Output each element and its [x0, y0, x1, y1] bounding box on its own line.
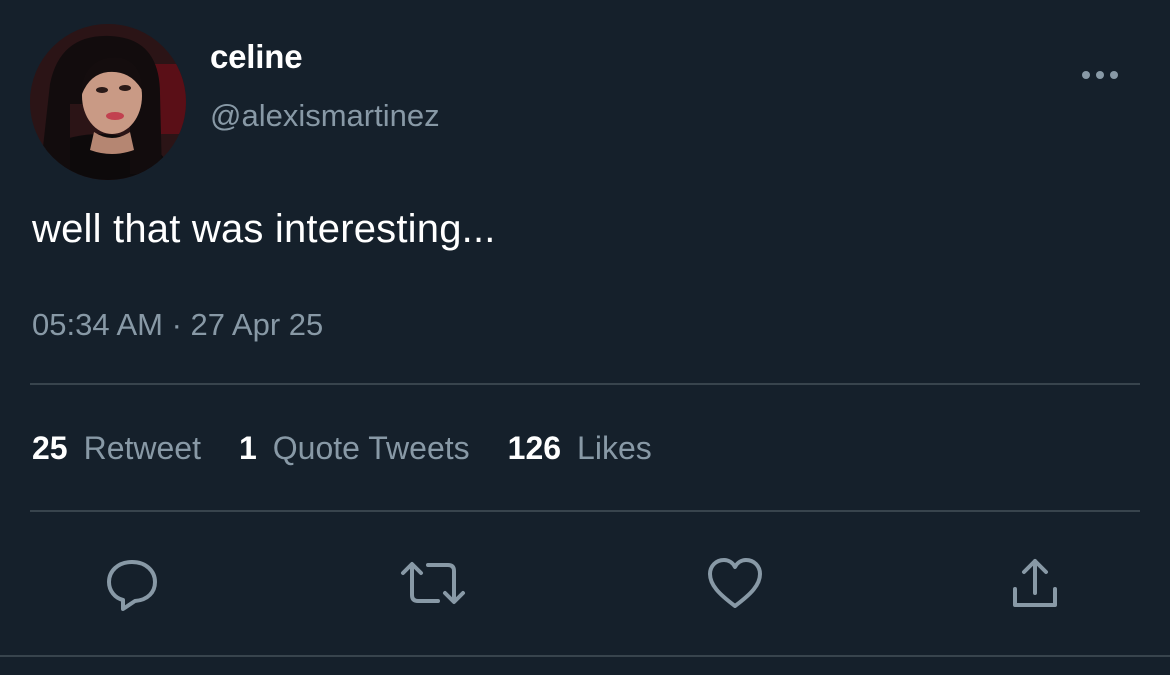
stat-label: Likes — [577, 430, 652, 466]
display-name[interactable]: celine — [210, 38, 303, 76]
divider — [30, 383, 1140, 385]
user-handle[interactable]: @alexismartinez — [210, 98, 440, 134]
retweet-icon — [401, 562, 465, 604]
quote-tweet-count[interactable]: 1 Quote Tweets — [239, 430, 470, 467]
stat-label: Retweet — [83, 430, 201, 466]
stat-count: 126 — [507, 430, 562, 466]
retweet-count[interactable]: 25 Retweet — [32, 430, 201, 467]
reply-button[interactable] — [97, 548, 167, 618]
more-icon — [1082, 71, 1118, 79]
tweet-stats: 25 Retweet 1 Quote Tweets 126 Likes — [32, 430, 690, 467]
tweet-text: well that was interesting... — [32, 207, 496, 251]
divider — [0, 655, 1170, 657]
stat-label: Quote Tweets — [272, 430, 470, 466]
like-button[interactable] — [700, 548, 770, 618]
stat-count: 25 — [32, 430, 68, 466]
share-button[interactable] — [1000, 548, 1070, 618]
divider — [30, 510, 1140, 512]
share-icon — [1013, 559, 1057, 607]
retweet-button[interactable] — [398, 548, 468, 618]
tweet-timestamp[interactable]: 05:34 AM · 27 Apr 25 — [32, 307, 323, 343]
avatar[interactable] — [30, 24, 186, 180]
tweet-detail: celine @alexismartinez well that was int… — [0, 0, 1170, 675]
tweet-actions — [0, 548, 1170, 618]
avatar-image — [30, 24, 186, 180]
heart-icon — [708, 558, 762, 608]
more-button[interactable] — [1070, 60, 1130, 90]
like-count[interactable]: 126 Likes — [508, 430, 652, 467]
stat-count: 1 — [238, 430, 257, 466]
reply-icon — [107, 560, 157, 611]
